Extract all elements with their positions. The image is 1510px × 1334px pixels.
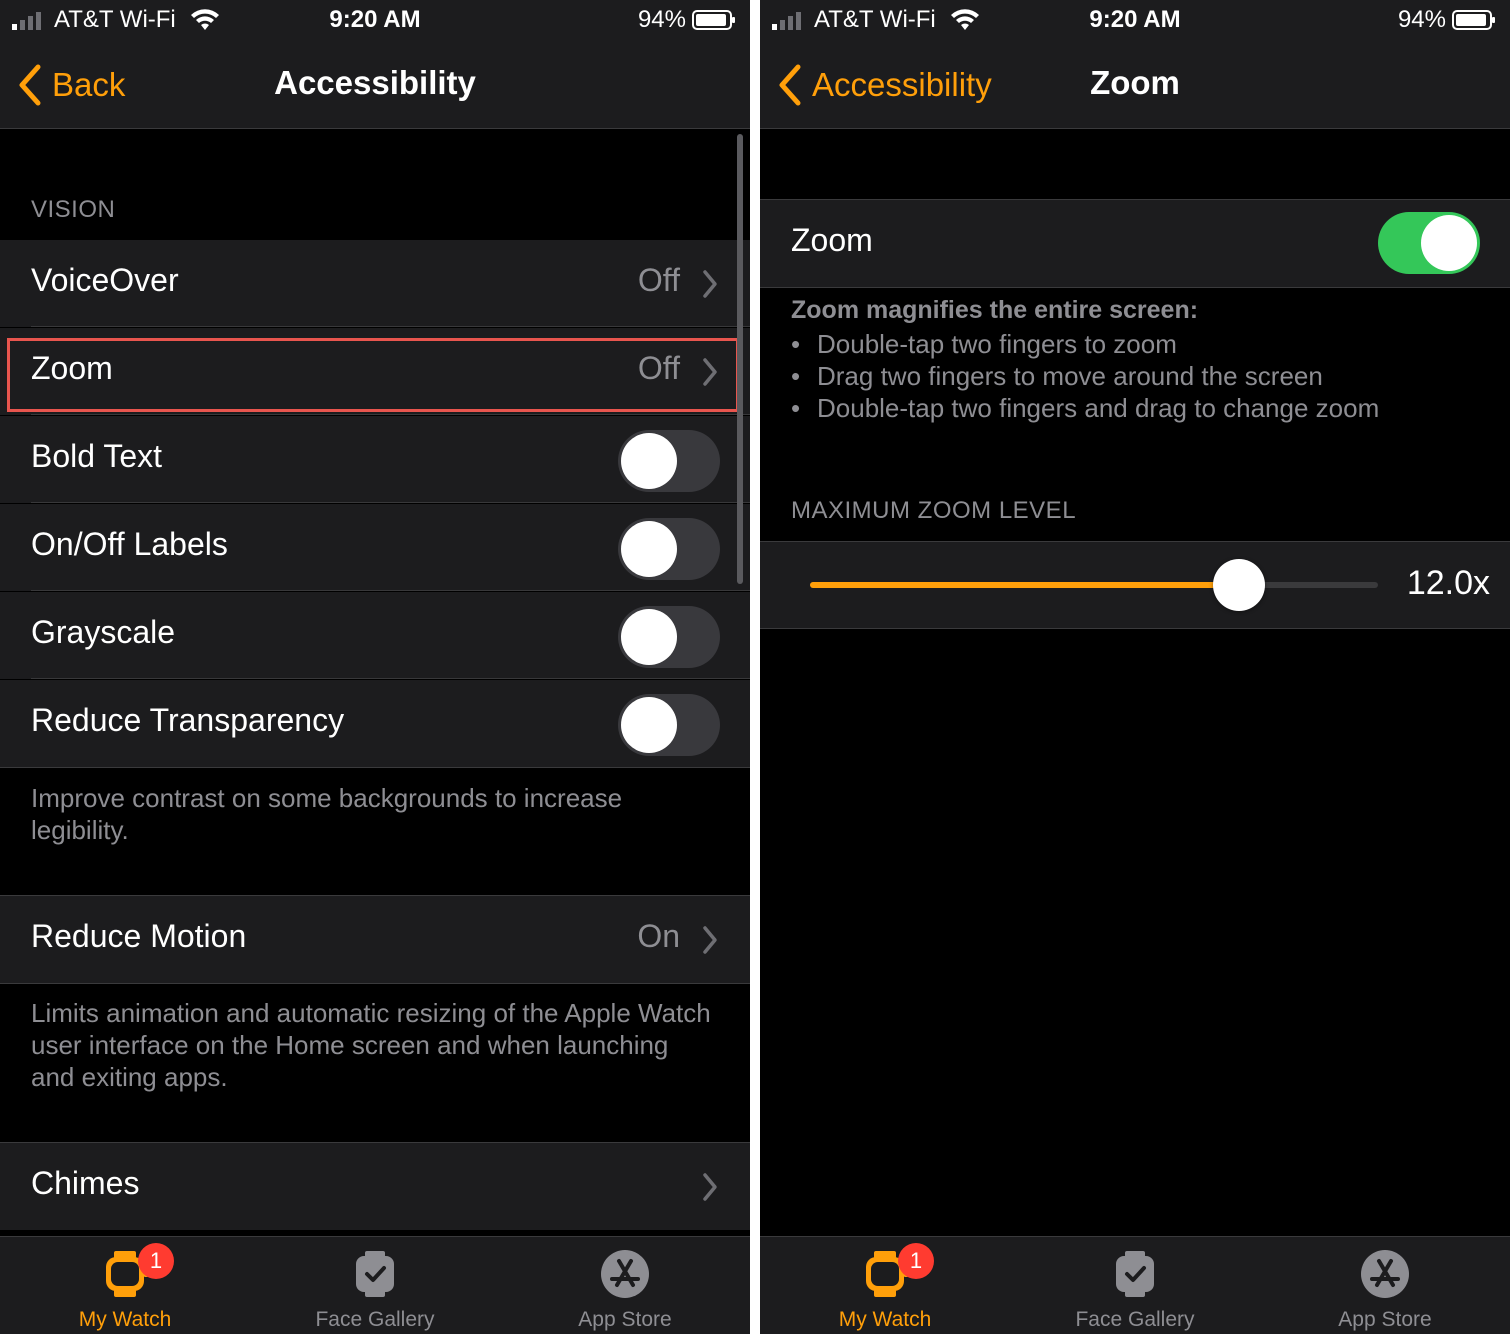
separator — [31, 414, 750, 415]
notification-badge: 1 — [898, 1243, 934, 1279]
battery-icon — [692, 10, 735, 30]
motion-footnote: Limits animation and automatic resizing … — [31, 998, 711, 1092]
row-value: Off — [637, 262, 680, 298]
tab-my-watch[interactable]: 1 My Watch — [760, 1237, 1010, 1334]
row-label: On/Off Labels — [31, 526, 228, 562]
zoom-toggle[interactable] — [1378, 212, 1480, 274]
transparency-footnote: Improve contrast on some backgrounds to … — [31, 783, 623, 845]
notification-badge: 1 — [138, 1243, 174, 1279]
chevron-right-icon — [703, 1173, 717, 1201]
zoom-slider-fill — [810, 582, 1239, 588]
app-store-icon — [1361, 1250, 1409, 1298]
row-chimes[interactable]: Chimes — [0, 1142, 750, 1230]
on-off-labels-toggle[interactable] — [618, 518, 720, 580]
row-label: VoiceOver — [31, 262, 179, 298]
row-reduce-transparency: Reduce Transparency — [0, 680, 750, 768]
tab-app-store[interactable]: App Store — [1260, 1237, 1510, 1334]
tab-face-gallery[interactable]: Face Gallery — [250, 1237, 500, 1334]
status-bar: AT&T Wi-Fi 9:20 AM 94% — [0, 0, 750, 42]
instruction-item: Double-tap two fingers to zoom — [791, 328, 1379, 360]
row-on-off-labels: On/Off Labels — [0, 504, 750, 591]
battery-percent: 94% — [637, 6, 686, 33]
zoom-row-highlight — [7, 338, 739, 412]
chevron-right-icon — [703, 926, 717, 954]
toggle-knob — [621, 609, 677, 665]
row-label: Zoom — [791, 222, 873, 258]
navigation-bar: Accessibility Zoom — [760, 42, 1510, 129]
max-zoom-slider-row: 12.0x — [760, 541, 1510, 629]
tab-my-watch[interactable]: 1 My Watch — [0, 1237, 250, 1334]
instruction-item: Double-tap two fingers and drag to chang… — [791, 392, 1379, 424]
tab-label: Face Gallery — [1075, 1308, 1195, 1331]
row-zoom-toggle: Zoom — [760, 199, 1510, 288]
toggle-knob — [1421, 215, 1477, 271]
right-screen: AT&T Wi-Fi 9:20 AM 94% Accessibility Zoo… — [760, 0, 1510, 1334]
row-label: Grayscale — [31, 614, 176, 650]
separator — [31, 326, 750, 327]
app-store-icon — [601, 1250, 649, 1298]
row-voiceover[interactable]: VoiceOver Off — [0, 240, 750, 327]
scrollbar[interactable] — [737, 134, 743, 584]
tab-bar: 1 My Watch Face Gallery App Store — [0, 1236, 750, 1334]
status-bar: AT&T Wi-Fi 9:20 AM 94% — [760, 0, 1510, 42]
row-value: On — [637, 918, 680, 954]
page-title: Zoom — [1090, 64, 1180, 101]
section-header-max-zoom: MAXIMUM ZOOM LEVEL — [791, 497, 1077, 524]
tab-app-store[interactable]: App Store — [500, 1237, 750, 1334]
zoom-instructions: Double-tap two fingers to zoom Drag two … — [791, 328, 1379, 424]
page-title: Accessibility — [274, 64, 476, 101]
zoom-level-value: 12.0x — [1406, 564, 1490, 602]
toggle-knob — [621, 433, 677, 489]
reduce-transparency-toggle[interactable] — [618, 694, 720, 756]
instruction-item: Drag two fingers to move around the scre… — [791, 360, 1379, 392]
row-reduce-motion[interactable]: Reduce Motion On — [0, 895, 750, 984]
tab-label: My Watch — [838, 1308, 932, 1331]
toggle-knob — [621, 521, 677, 577]
left-screen: AT&T Wi-Fi 9:20 AM 94% Back Accessibilit… — [0, 0, 750, 1334]
face-gallery-icon — [356, 1251, 394, 1297]
zoom-slider-thumb[interactable] — [1213, 559, 1265, 611]
bold-text-toggle[interactable] — [618, 430, 720, 492]
row-label: Bold Text — [31, 438, 163, 474]
toggle-knob — [621, 697, 677, 753]
row-label: Reduce Motion — [31, 918, 247, 954]
tab-label: My Watch — [78, 1308, 172, 1331]
battery-percent: 94% — [1397, 6, 1446, 33]
row-grayscale: Grayscale — [0, 592, 750, 679]
separator — [31, 678, 750, 679]
row-label: Reduce Transparency — [31, 702, 345, 738]
separator — [31, 590, 750, 591]
tab-face-gallery[interactable]: Face Gallery — [1010, 1237, 1260, 1334]
tab-bar: 1 My Watch Face Gallery App Store — [760, 1236, 1510, 1334]
row-bold-text: Bold Text — [0, 416, 750, 503]
navigation-bar: Back Accessibility — [0, 42, 750, 129]
section-header-vision: VISION — [31, 196, 116, 223]
row-label: Chimes — [31, 1165, 140, 1201]
tab-label: App Store — [578, 1308, 672, 1331]
chevron-right-icon — [703, 270, 717, 298]
zoom-slider-track[interactable] — [810, 582, 1378, 588]
tab-label: Face Gallery — [315, 1308, 435, 1331]
tab-label: App Store — [1338, 1308, 1432, 1331]
separator — [31, 502, 750, 503]
grayscale-toggle[interactable] — [618, 606, 720, 668]
zoom-description-title: Zoom magnifies the entire screen: — [791, 296, 1199, 324]
face-gallery-icon — [1116, 1251, 1154, 1297]
battery-icon — [1452, 10, 1495, 30]
